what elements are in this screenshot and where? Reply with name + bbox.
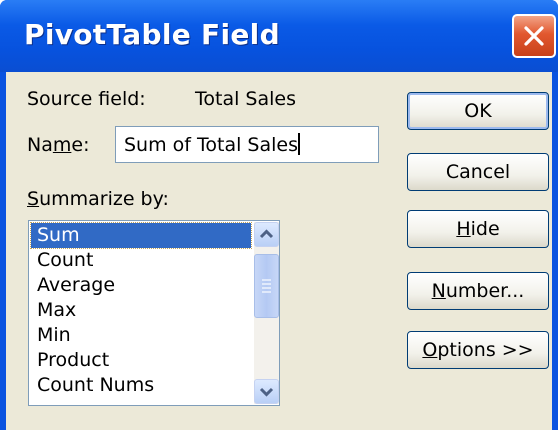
- chevron-up-icon: [259, 229, 274, 239]
- scroll-thumb[interactable]: [254, 254, 279, 318]
- list-item-count-nums[interactable]: Count Nums: [31, 373, 251, 398]
- close-button[interactable]: [512, 14, 556, 58]
- options-button[interactable]: Options >>: [407, 331, 549, 369]
- close-icon: [524, 26, 544, 46]
- cancel-button[interactable]: Cancel: [407, 153, 549, 191]
- scroll-down-button[interactable]: [254, 379, 279, 404]
- list-item-average[interactable]: Average: [31, 273, 251, 298]
- hide-button[interactable]: Hide: [407, 210, 549, 248]
- name-input-value: Sum of Total Sales: [124, 134, 298, 156]
- text-caret: [298, 133, 300, 155]
- name-label: Name:: [27, 134, 90, 156]
- dialog-title: PivotTable Field: [24, 18, 280, 51]
- grip-icon: [262, 279, 271, 293]
- list-item-product[interactable]: Product: [31, 348, 251, 373]
- list-item-sum[interactable]: Sum: [30, 222, 252, 249]
- list-item-count[interactable]: Count: [31, 248, 251, 273]
- list-item-max[interactable]: Max: [31, 298, 251, 323]
- dialog-body: Source field: Total Sales Name: Sum of T…: [6, 72, 552, 430]
- number-button[interactable]: Number...: [407, 272, 549, 310]
- name-input[interactable]: Sum of Total Sales: [115, 126, 379, 163]
- ok-button[interactable]: OK: [407, 92, 549, 130]
- vertical-scrollbar[interactable]: [254, 222, 279, 404]
- title-bar[interactable]: PivotTable Field: [0, 0, 558, 72]
- scroll-up-button[interactable]: [254, 222, 279, 247]
- chevron-down-icon: [259, 387, 274, 397]
- source-field-label: Source field:: [27, 88, 146, 110]
- summarize-by-listbox[interactable]: Sum Count Average Max Min Product Count …: [28, 220, 280, 406]
- pivottable-field-dialog: PivotTable Field Source field: Total Sal…: [0, 0, 558, 430]
- list-item-min[interactable]: Min: [31, 323, 251, 348]
- summarize-by-label: Summarize by:: [27, 188, 169, 210]
- source-field-value: Total Sales: [195, 88, 296, 110]
